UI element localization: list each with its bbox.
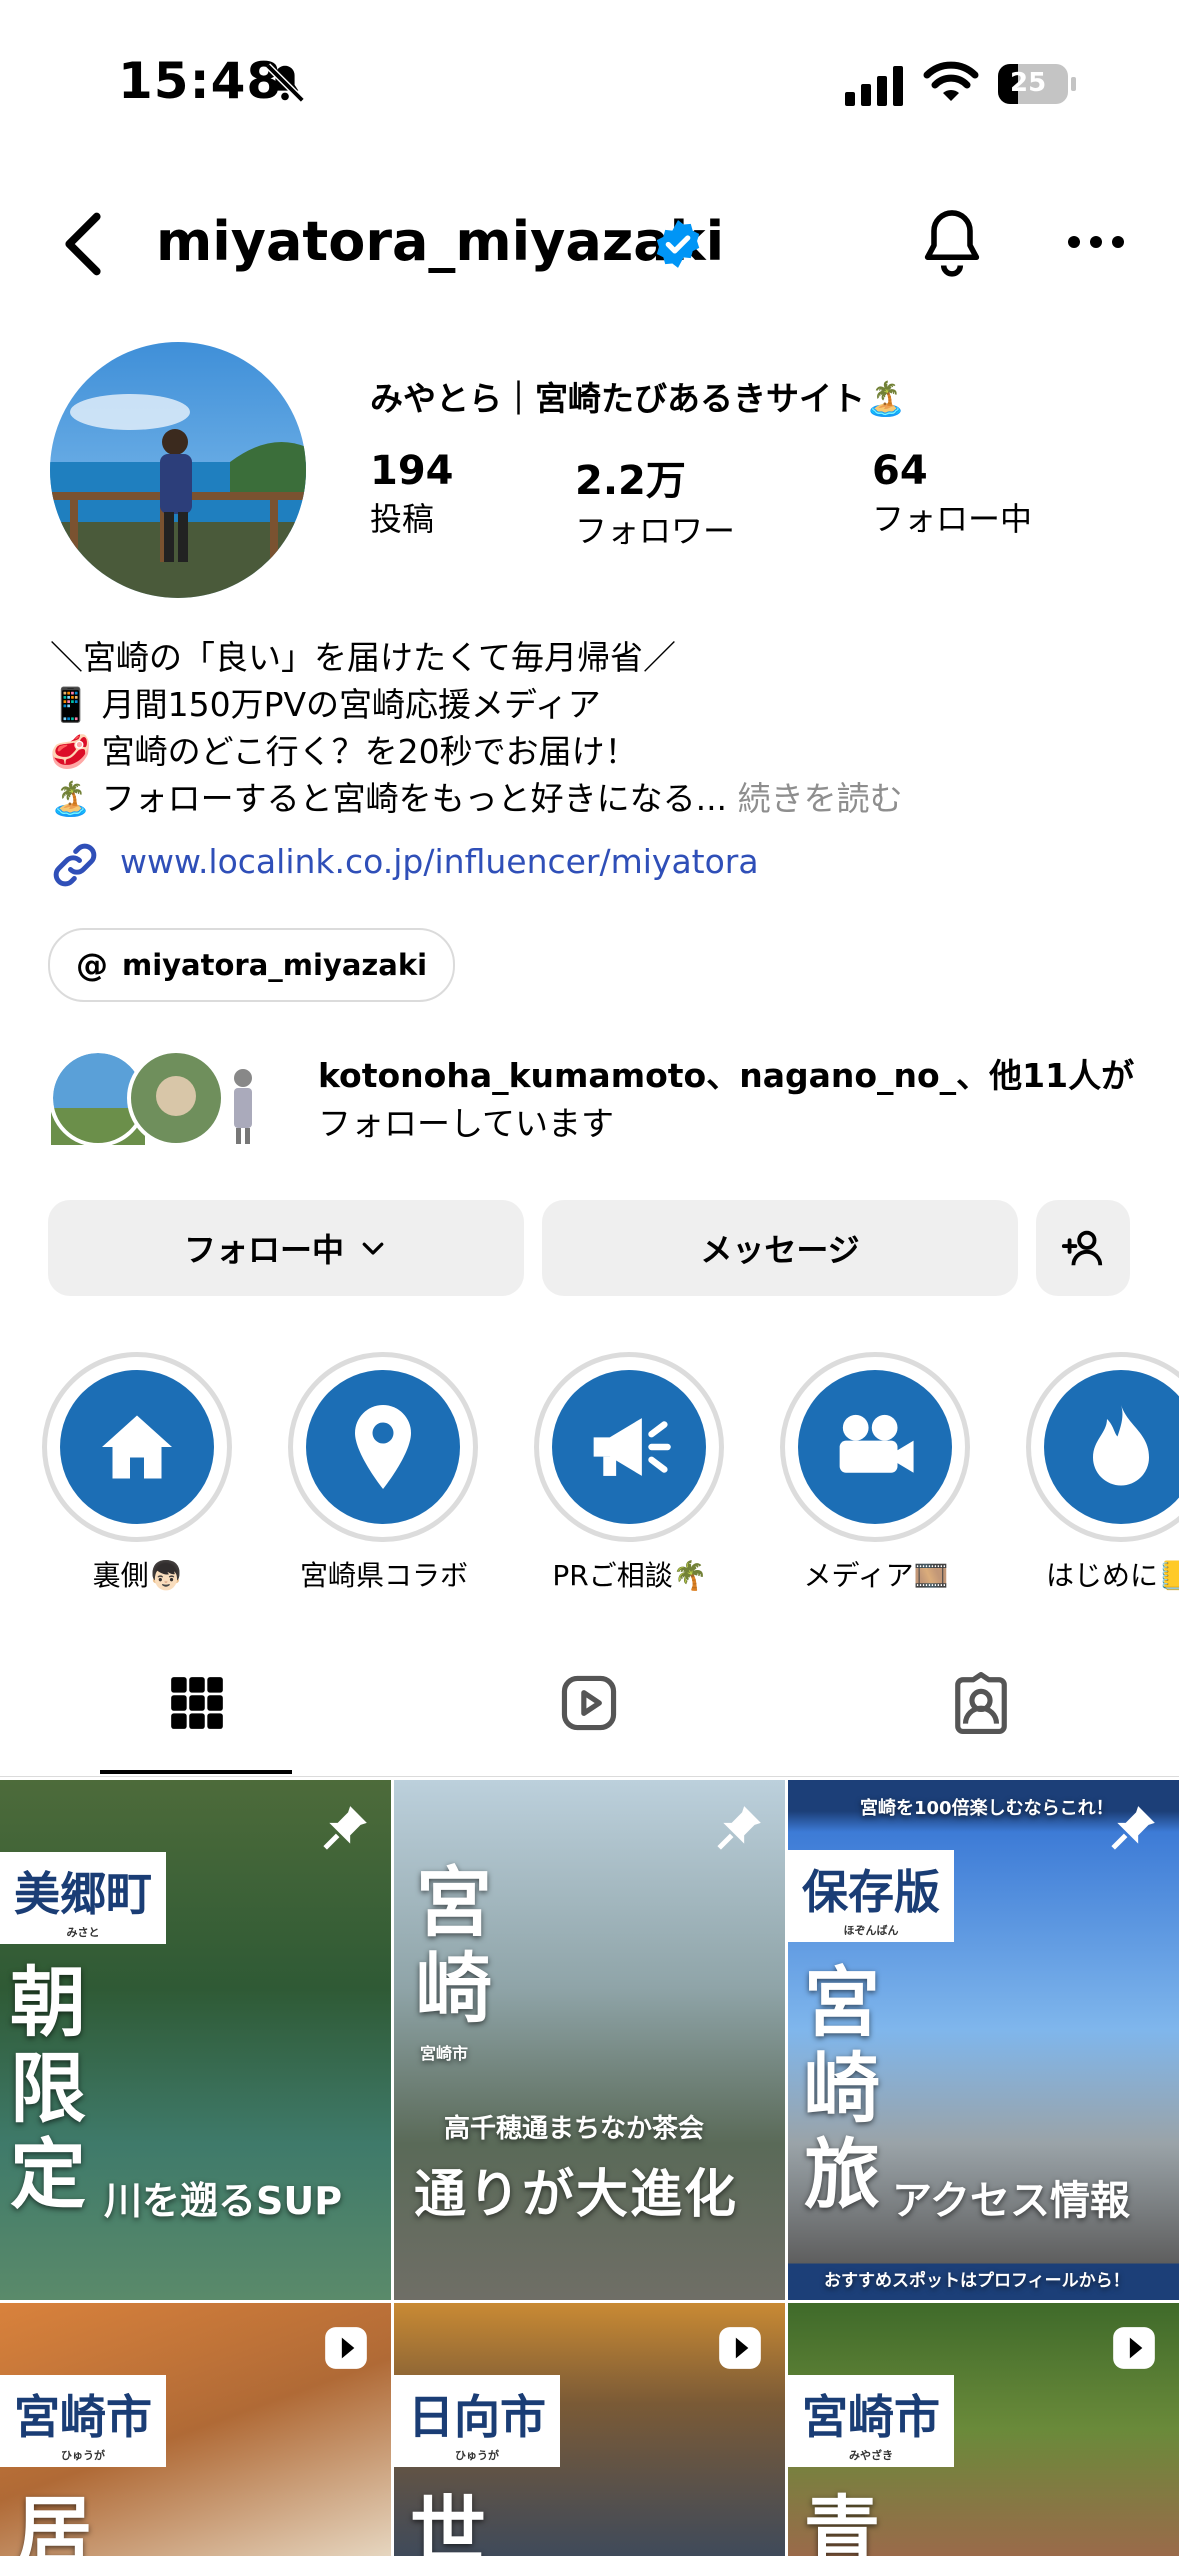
bio-read-more-link[interactable]: 続きを読む <box>738 779 903 818</box>
following-button[interactable]: フォロー中 <box>48 1200 524 1296</box>
stat-followers[interactable]: 2.2万 フォロワー <box>575 448 735 552</box>
tile-headline: 宮崎 <box>416 1858 492 2033</box>
stat-followers-label: フォロワー <box>575 512 736 550</box>
video-camera-icon <box>839 1414 914 1473</box>
highlight-collab[interactable] <box>288 1352 478 1542</box>
highlight-label: 裏側👦🏻 <box>92 1559 184 1592</box>
following-button-label: フォロー中 <box>183 1231 344 1269</box>
chevron-down-icon <box>362 1242 384 1255</box>
mutual-follower-avatars[interactable] <box>48 1048 288 1148</box>
bio-line: 🏝️ フォローすると宮崎をもっと好きになる... <box>50 779 728 818</box>
tile-subtitle: 通りが大進化 <box>414 2165 739 2225</box>
reel-play-icon <box>719 2327 761 2369</box>
tile-subtitle-top: 高千穂通まちなか茶会 <box>444 2114 705 2144</box>
highlight-pr[interactable] <box>534 1352 724 1542</box>
home-icon <box>102 1415 172 1479</box>
tile-kicker: 日向市 ひゅうが <box>394 2375 560 2467</box>
back-arrow-icon[interactable] <box>58 212 108 276</box>
megaphone-icon <box>593 1418 671 1476</box>
highlight-label: メディア🎞️ <box>803 1559 949 1592</box>
stat-following[interactable]: 64 フォロー中 <box>872 448 1032 540</box>
threads-profile-chip[interactable]: @ miyatora_miyazaki <box>48 928 456 1002</box>
stat-following-count: 64 <box>872 448 928 494</box>
message-button-label: メッセージ <box>700 1231 860 1269</box>
status-time: 15:48 <box>118 52 283 110</box>
bio-line: 🥩 宮崎のどこ行く？を20秒でお届け！ <box>50 732 638 771</box>
stat-followers-count: 2.2万 <box>575 458 686 504</box>
highlight-label: はじめに📒 <box>1046 1559 1179 1592</box>
post-tile[interactable]: 美郷町 みさと 朝限定 川を遡るSUP <box>0 1780 391 2300</box>
battery-level: 25 <box>1010 68 1047 98</box>
reels-icon[interactable] <box>558 1672 620 1734</box>
post-tile[interactable]: 日向市 ひゅうが 世 <box>394 2303 785 2556</box>
add-person-icon <box>1061 1230 1103 1266</box>
tile-kicker: 宮崎市 ひゅうが <box>0 2375 166 2467</box>
stat-posts-count: 194 <box>370 448 454 494</box>
verified-badge-icon <box>656 220 700 268</box>
profile-website-link[interactable]: www.localink.co.jp/influencer/miyatora <box>120 842 759 881</box>
link-icon <box>53 843 97 887</box>
tile-headline: 朝限定 <box>10 1958 86 2219</box>
tile-headline: 居 <box>16 2487 92 2556</box>
stat-posts-label: 投稿 <box>370 500 435 538</box>
highlight-media[interactable] <box>780 1352 970 1542</box>
post-tile[interactable]: 宮崎市 みやざき 青 <box>788 2303 1179 2556</box>
profile-avatar[interactable] <box>50 342 306 598</box>
tile-kicker-reading: 宮崎市 <box>420 2044 469 2063</box>
battery-indicator: 25 <box>998 64 1078 104</box>
post-tile[interactable]: 宮崎を100倍楽しむならこれ！ 保存版 ほぞんばん 宮崎旅 アクセス情報 おすすめ… <box>788 1780 1179 2300</box>
tile-headline: 世 <box>410 2487 486 2556</box>
pin-icon <box>717 1806 761 1850</box>
reel-play-icon <box>1113 2327 1155 2369</box>
threads-icon: @ <box>76 946 108 984</box>
highlight-label: PRご相談🌴 <box>552 1559 708 1592</box>
pin-icon <box>1111 1806 1155 1850</box>
mutual-followers-names: kotonoha_kumamoto、nagano_no_、他11人が <box>318 1056 1135 1095</box>
notification-bell-icon[interactable] <box>918 206 986 278</box>
highlight-intro[interactable] <box>1026 1352 1179 1542</box>
fire-icon <box>1093 1405 1149 1486</box>
profile-display-name: みやとら｜宮崎たびあるきサイト🏝️ <box>370 379 907 418</box>
tile-bottom-text: おすすめスポットはプロフィールから！ <box>824 2271 1130 2291</box>
profile-bio: ＼宮崎の「良い」を届けたくて毎月帰省／ 📱 月間150万PVの宮崎応援メディア … <box>50 634 903 822</box>
highlight-ura[interactable] <box>42 1352 232 1542</box>
tile-headline: 青 <box>804 2487 880 2556</box>
bell-off-icon <box>265 63 305 103</box>
cellular-signal-icon <box>845 66 903 106</box>
tile-kicker: 宮崎市 みやざき <box>788 2375 954 2467</box>
tile-kicker: 美郷町 みさと <box>0 1852 166 1944</box>
tile-kicker: 保存版 ほぞんばん <box>788 1850 954 1942</box>
message-button[interactable]: メッセージ <box>542 1200 1018 1296</box>
bio-line: ＼宮崎の「良い」を届けたくて毎月帰省／ <box>50 638 677 677</box>
tile-headline: 宮崎旅 <box>804 1958 880 2219</box>
active-tab-indicator <box>100 1770 292 1774</box>
tab-divider <box>0 1776 1179 1777</box>
bio-line: 📱 月間150万PVの宮崎応援メディア <box>50 685 601 724</box>
tile-subtitle: アクセス情報 <box>892 2178 1130 2224</box>
location-pin-icon <box>355 1405 411 1489</box>
suggested-users-button[interactable] <box>1036 1200 1130 1296</box>
grid-icon[interactable] <box>166 1672 228 1734</box>
more-options-icon[interactable] <box>1066 228 1126 256</box>
post-tile[interactable]: 宮崎市 ひゅうが 居 <box>0 2303 391 2556</box>
reel-play-icon <box>325 2327 367 2369</box>
threads-handle: miyatora_miyazaki <box>122 948 428 982</box>
stat-following-label: フォロー中 <box>872 500 1033 538</box>
mutual-followers-suffix: フォローしています <box>318 1104 615 1143</box>
mutual-followers-text[interactable]: kotonoha_kumamoto、nagano_no_、他11人が フォローし… <box>318 1052 1134 1148</box>
tile-subtitle: 川を遡るSUP <box>104 2179 343 2223</box>
tagged-icon[interactable] <box>950 1672 1012 1734</box>
stat-posts[interactable]: 194 投稿 <box>370 448 454 540</box>
wifi-icon <box>923 61 979 101</box>
pin-icon <box>323 1806 367 1850</box>
tile-top-text: 宮崎を100倍楽しむならこれ！ <box>860 1798 1114 1819</box>
highlight-label: 宮崎県コラボ <box>299 1559 468 1592</box>
profile-username: miyatora_miyazaki <box>156 210 725 273</box>
post-tile[interactable]: 宮崎 宮崎市 高千穂通まちなか茶会 通りが大進化 <box>394 1780 785 2300</box>
